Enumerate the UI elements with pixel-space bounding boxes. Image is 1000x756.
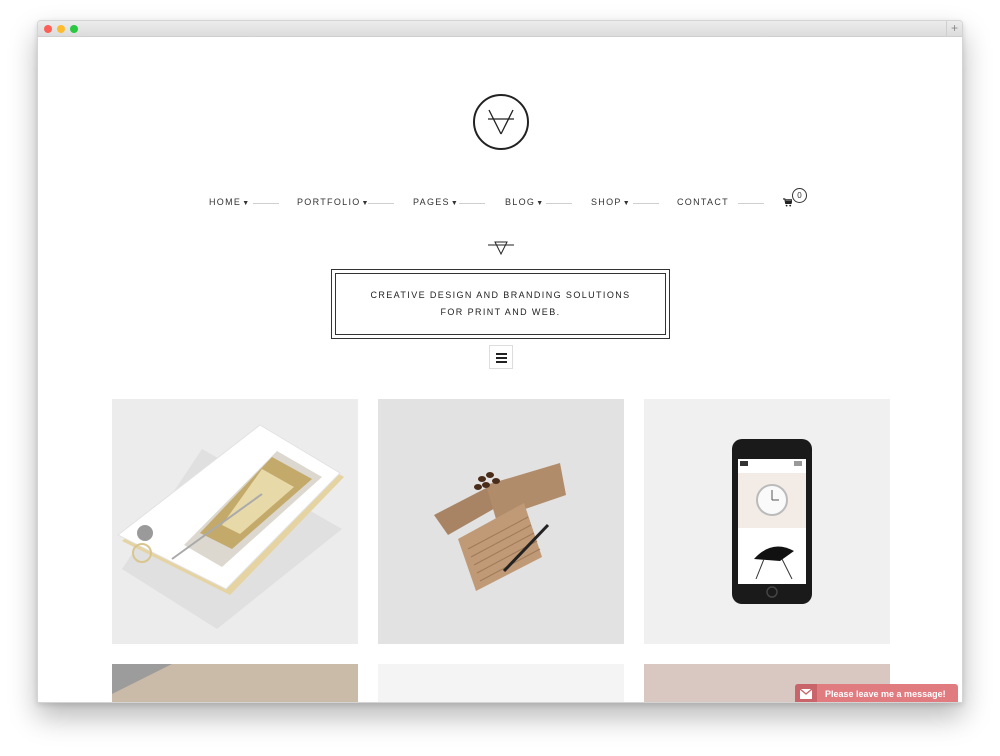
- caret-down-icon: ▼: [450, 200, 460, 207]
- portfolio-item-smartphone[interactable]: [644, 399, 890, 644]
- stationery-mockup-image: [378, 399, 624, 644]
- nav-separator: [368, 203, 394, 204]
- nav-label-home: HOME: [209, 197, 242, 207]
- nav-label-blog: BLOG: [505, 197, 536, 207]
- v-monogram-logo[interactable]: [473, 94, 529, 150]
- hamburger-icon[interactable]: [489, 345, 513, 369]
- nav-label-pages: PAGES: [413, 197, 450, 207]
- smartphone-mockup-image: [644, 399, 890, 644]
- logo-mark: [488, 109, 514, 135]
- tagline-line-2: FOR PRINT AND WEB.: [440, 307, 561, 317]
- nav-label-portfolio: PORTFOLIO: [297, 197, 361, 207]
- close-window-button[interactable]: [44, 25, 52, 33]
- chat-label: Please leave me a message!: [825, 689, 946, 699]
- nav-separator: [546, 203, 572, 204]
- main-navigation: HOME▼ PORTFOLIO▼ PAGES▼ BLOG▼ SHOP▼ CONT…: [38, 188, 962, 211]
- nav-label-shop: SHOP: [591, 197, 622, 207]
- nav-separator: [738, 203, 764, 204]
- leave-message-button[interactable]: Please leave me a message!: [795, 684, 958, 702]
- nav-item-contact[interactable]: CONTACT: [677, 197, 729, 207]
- tagline-box: CREATIVE DESIGN AND BRANDING SOLUTIONS F…: [331, 269, 670, 339]
- nav-item-pages[interactable]: PAGES▼: [413, 197, 459, 207]
- portfolio-item-fabric[interactable]: [112, 664, 358, 702]
- tagline-inner-frame: CREATIVE DESIGN AND BRANDING SOLUTIONS F…: [335, 273, 666, 335]
- minimize-window-button[interactable]: [57, 25, 65, 33]
- nav-separator: [633, 203, 659, 204]
- hamburger-bar: [496, 361, 507, 363]
- plus-icon[interactable]: +: [946, 21, 962, 37]
- caret-down-icon: ▼: [622, 200, 631, 207]
- hamburger-bar: [496, 357, 507, 359]
- nav-separator: [459, 203, 485, 204]
- nav-item-home[interactable]: HOME▼: [209, 197, 250, 207]
- cart-glyph: [783, 198, 793, 207]
- triangle-divider-icon: [488, 241, 514, 256]
- maximize-window-button[interactable]: [70, 25, 78, 33]
- caret-down-icon: ▼: [536, 200, 545, 207]
- light-gray-image: [378, 664, 624, 702]
- cart-count-badge[interactable]: 0: [792, 188, 807, 203]
- page-content: HOME▼ PORTFOLIO▼ PAGES▼ BLOG▼ SHOP▼ CONT…: [38, 37, 962, 702]
- envelope-icon: [795, 684, 817, 702]
- nav-label-contact: CONTACT: [677, 197, 729, 207]
- caret-down-icon: ▼: [242, 200, 251, 207]
- portfolio-item-stationery[interactable]: [378, 399, 624, 644]
- portfolio-item-phone-mockup[interactable]: [112, 399, 358, 644]
- tagline-line-1: CREATIVE DESIGN AND BRANDING SOLUTIONS: [370, 290, 631, 300]
- portfolio-item-light[interactable]: [378, 664, 624, 702]
- nav-separator: [253, 203, 279, 204]
- nav-item-shop[interactable]: SHOP▼: [591, 197, 631, 207]
- fabric-texture-image: [112, 664, 358, 702]
- envelope-glyph: [800, 689, 812, 699]
- browser-window: + HOME▼ PORTFOLIO▼ PAGES▼ BLOG▼ SHOP▼ CO…: [37, 20, 963, 703]
- nav-item-blog[interactable]: BLOG▼: [505, 197, 544, 207]
- browser-titlebar: +: [38, 21, 962, 37]
- cart-icon[interactable]: [783, 198, 793, 209]
- phone-mockup-image: [112, 399, 358, 644]
- nav-item-portfolio[interactable]: PORTFOLIO▼: [297, 197, 370, 207]
- hamburger-bar: [496, 353, 507, 355]
